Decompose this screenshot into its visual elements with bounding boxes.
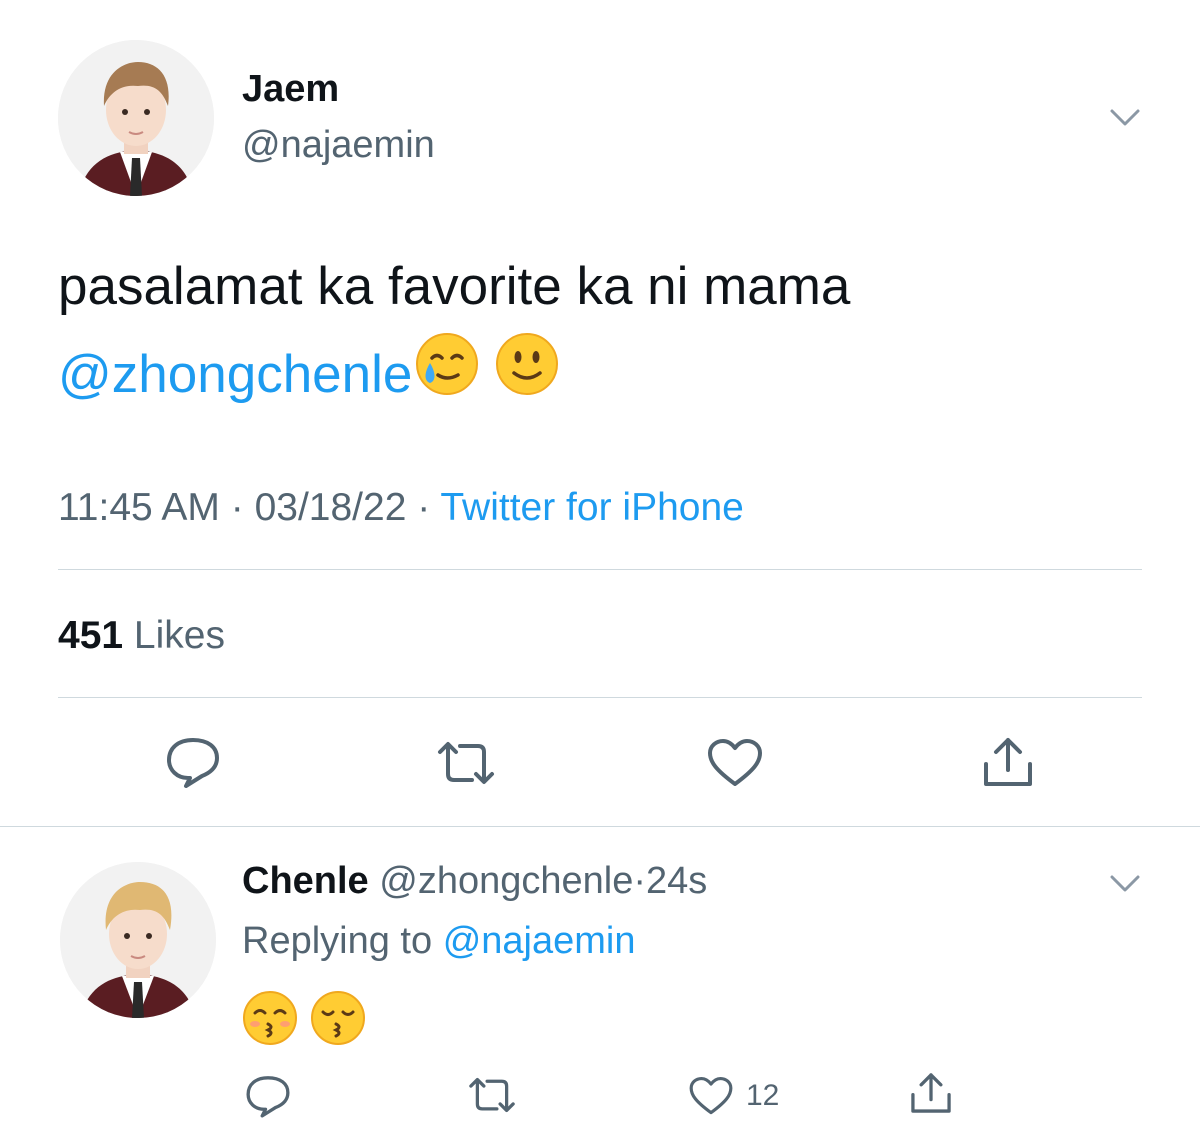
reply-icon[interactable] xyxy=(244,1074,292,1118)
likes-label: Likes xyxy=(133,614,225,657)
divider xyxy=(0,826,1200,827)
reply-separator: · xyxy=(633,860,647,902)
reply-age: 24s xyxy=(646,860,708,902)
chevron-down-icon[interactable] xyxy=(1108,866,1142,900)
likes-summary[interactable]: 451 Likes xyxy=(58,614,225,658)
replying-to: Replying to @najaemin xyxy=(242,920,635,963)
divider xyxy=(58,697,1142,698)
share-icon[interactable] xyxy=(908,1070,954,1116)
reply-header: Chenle @zhongchenle·24s xyxy=(242,860,707,903)
mention-link[interactable]: @zhongchenle xyxy=(58,345,412,404)
tweet-text: pasalamat ka favorite ka ni mama xyxy=(58,257,851,316)
reply-author-name[interactable]: Chenle xyxy=(242,860,369,902)
retweet-icon[interactable] xyxy=(466,1076,518,1114)
reply-author-handle[interactable]: @zhongchenle xyxy=(379,860,633,902)
author-handle[interactable]: @najaemin xyxy=(242,124,435,167)
retweet-icon[interactable] xyxy=(434,740,498,786)
smiling-face-with-tear-icon xyxy=(414,331,480,425)
like-icon[interactable] xyxy=(688,1076,734,1116)
tweet-mention-line: @zhongchenle xyxy=(58,330,560,425)
like-icon[interactable] xyxy=(706,738,764,788)
slightly-smiling-face-icon xyxy=(494,331,560,425)
tweet-date: 03/18/22 xyxy=(254,486,407,529)
divider xyxy=(58,569,1142,570)
likes-count: 451 xyxy=(58,614,124,657)
reply-icon[interactable] xyxy=(164,736,222,788)
kissing-face-with-closed-eyes-icon xyxy=(310,990,366,1051)
chevron-down-icon[interactable] xyxy=(1108,100,1142,134)
tweet-meta: 11:45 AM · 03/18/22 · Twitter for iPhone xyxy=(58,486,744,530)
author-avatar[interactable] xyxy=(58,40,214,196)
meta-separator: · xyxy=(230,486,244,529)
meta-separator: · xyxy=(417,486,431,529)
reply-like-count: 12 xyxy=(746,1079,780,1112)
replying-to-link[interactable]: @najaemin xyxy=(443,920,636,962)
reply-text xyxy=(242,990,366,1051)
replying-prefix: Replying to xyxy=(242,920,433,962)
kissing-face-with-smiling-eyes-icon xyxy=(242,990,298,1051)
share-icon[interactable] xyxy=(980,734,1036,790)
author-name[interactable]: Jaem xyxy=(242,68,339,111)
tweet-time: 11:45 AM xyxy=(58,486,220,529)
reply-author-avatar[interactable] xyxy=(60,862,216,1018)
tweet-source-link[interactable]: Twitter for iPhone xyxy=(440,486,743,529)
